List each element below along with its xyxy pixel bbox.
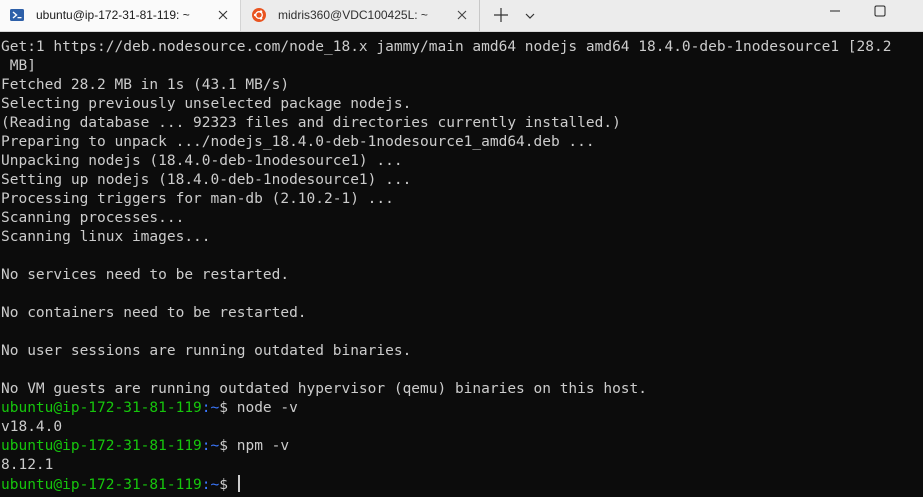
title-bar: ubuntu@ip-172-31-81-119: ~ midris360@VDC…: [0, 0, 923, 32]
terminal-line: No VM guests are running outdated hyperv…: [1, 381, 648, 397]
terminal-line: Scanning processes...: [1, 210, 185, 226]
command-input[interactable]: [228, 477, 237, 493]
prompt-path: :~: [201, 477, 220, 493]
chevron-down-icon[interactable]: [524, 9, 536, 21]
new-tab-plus-icon[interactable]: [493, 7, 509, 23]
terminal-line: Preparing to unpack .../nodejs_18.4.0-de…: [1, 134, 595, 150]
maximize-icon[interactable]: [873, 4, 887, 18]
prompt-sign: $: [219, 477, 228, 493]
terminal-line: Processing triggers for man-db (2.10.2-1…: [1, 191, 394, 207]
command-line: ubuntu@ip-172-31-81-119:~$ npm -v: [1, 437, 289, 456]
prompt-path: :~: [201, 438, 220, 454]
prompt-path: :~: [201, 400, 220, 416]
terminal-line: MB]: [1, 58, 36, 74]
text-cursor: [237, 475, 240, 492]
terminal-line: Scanning linux images...: [1, 229, 211, 245]
terminal-line: (Reading database ... 92323 files and di…: [1, 115, 621, 131]
minimize-icon[interactable]: [828, 4, 842, 18]
terminal-line: Selecting previously unselected package …: [1, 96, 412, 112]
terminal-line: 8.12.1: [1, 457, 54, 473]
terminal-line: Fetched 28.2 MB in 1s (43.1 MB/s): [1, 77, 290, 93]
tab-title: ubuntu@ip-172-31-81-119: ~: [36, 8, 190, 22]
powershell-icon: [10, 8, 24, 22]
tab-ubuntu-wsl[interactable]: midris360@VDC100425L: ~: [242, 0, 480, 31]
terminal-line: Unpacking nodejs (18.4.0-deb-1nodesource…: [1, 153, 403, 169]
terminal-line: No services need to be restarted.: [1, 267, 290, 283]
command-text: node -v: [228, 400, 298, 416]
prompt-sign: $: [219, 400, 228, 416]
terminal-output[interactable]: Get:1 https://deb.nodesource.com/node_18…: [0, 32, 923, 497]
terminal-line: Get:1 https://deb.nodesource.com/node_18…: [1, 39, 892, 55]
terminal-line: v18.4.0: [1, 419, 63, 435]
tab-ubuntu-ssh[interactable]: ubuntu@ip-172-31-81-119: ~: [0, 0, 241, 31]
terminal-line: No user sessions are running outdated bi…: [1, 343, 412, 359]
command-line: ubuntu@ip-172-31-81-119:~$ node -v: [1, 399, 298, 418]
command-text: npm -v: [228, 438, 290, 454]
close-tab-icon[interactable]: [456, 8, 468, 20]
active-prompt-line[interactable]: ubuntu@ip-172-31-81-119:~$: [1, 475, 240, 494]
close-tab-icon[interactable]: [217, 8, 229, 20]
prompt-user-host: ubuntu@ip-172-31-81-119: [1, 477, 202, 493]
ubuntu-icon: [252, 8, 266, 22]
terminal-line: No containers need to be restarted.: [1, 305, 307, 321]
terminal-line: Setting up nodejs (18.4.0-deb-1nodesourc…: [1, 172, 412, 188]
tab-title: midris360@VDC100425L: ~: [278, 8, 428, 22]
prompt-user-host: ubuntu@ip-172-31-81-119: [1, 438, 202, 454]
prompt-sign: $: [219, 438, 228, 454]
prompt-user-host: ubuntu@ip-172-31-81-119: [1, 400, 202, 416]
